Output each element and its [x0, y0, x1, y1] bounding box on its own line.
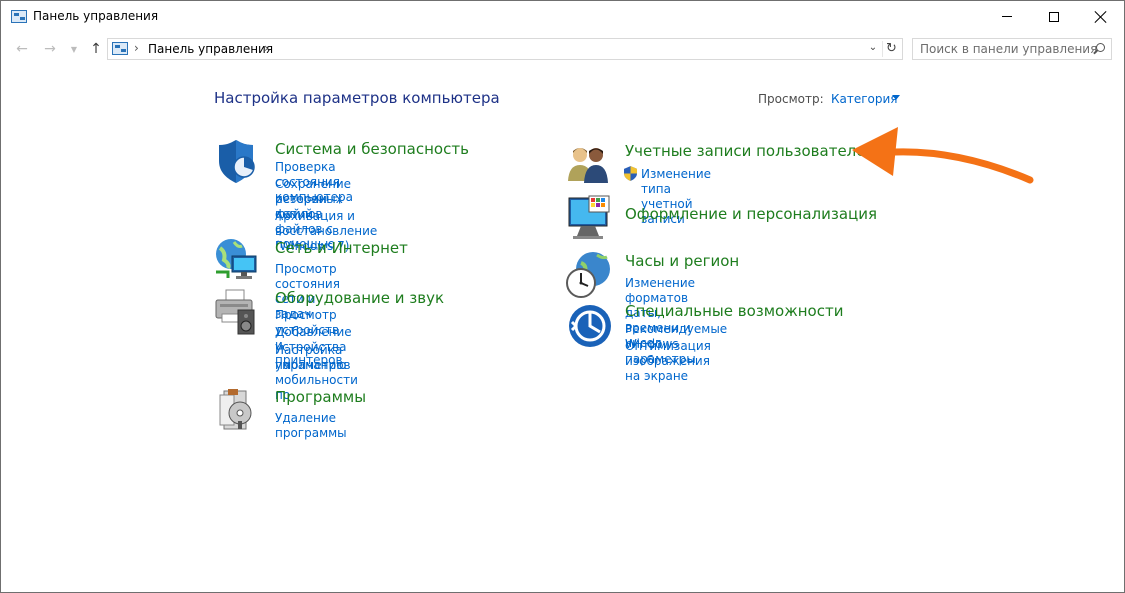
category-title[interactable]: Учетные записи пользователей — [625, 142, 875, 160]
address-dropdown-button[interactable]: ⌄ — [866, 42, 880, 56]
maximize-button[interactable] — [1031, 1, 1077, 32]
close-button[interactable] — [1078, 1, 1124, 32]
printer-icon[interactable] — [214, 288, 262, 336]
control-panel-window: Панель управления ← → ▼ ↑ › Панель управ… — [0, 0, 1125, 593]
chevron-down-icon[interactable] — [892, 95, 900, 100]
category-title[interactable]: Сеть и Интернет — [275, 239, 408, 257]
link-uninstall-program[interactable]: Удаление программы — [275, 411, 347, 441]
title-bar: Панель управления — [1, 1, 1124, 32]
back-button[interactable]: ← — [13, 40, 31, 58]
navigation-bar: ← → ▼ ↑ › Панель управления › ⌄ ↻ Поиск … — [1, 32, 1124, 66]
control-panel-icon — [11, 10, 27, 23]
search-icon[interactable] — [1092, 43, 1105, 56]
category-title[interactable]: Специальные возможности — [625, 302, 843, 320]
maximize-icon — [1049, 11, 1059, 22]
minimize-icon — [1002, 16, 1012, 17]
category-title[interactable]: Система и безопасность — [275, 140, 469, 158]
breadcrumb-control-panel[interactable]: Панель управления — [148, 42, 273, 56]
uac-shield-icon — [624, 166, 637, 181]
category-title[interactable]: Программы — [275, 388, 366, 406]
breadcrumb-chevron-icon[interactable]: › — [134, 41, 139, 55]
breadcrumb-chevron-icon[interactable]: › — [264, 41, 269, 55]
link-optimize-display[interactable]: Оптимизация изображения на экране — [625, 339, 711, 384]
view-by-label: Просмотр: — [758, 92, 824, 106]
forward-button[interactable]: → — [41, 40, 59, 58]
refresh-button[interactable]: ↻ — [882, 41, 900, 57]
category-title[interactable]: Часы и регион — [625, 252, 739, 270]
control-panel-icon — [112, 42, 128, 55]
up-button[interactable]: ↑ — [87, 40, 105, 58]
search-placeholder: Поиск в панели управления — [920, 42, 1098, 56]
view-by-dropdown[interactable]: Категория — [831, 92, 898, 106]
users-icon[interactable] — [565, 141, 613, 189]
link-mobility-settings-cont[interactable]: умолчанию — [275, 358, 346, 373]
programs-icon[interactable] — [214, 387, 262, 435]
category-title[interactable]: Оборудование и звук — [275, 289, 444, 307]
minimize-button[interactable] — [984, 1, 1030, 32]
chevron-down-icon: ▼ — [70, 44, 78, 54]
shield-icon[interactable] — [214, 139, 262, 187]
globe-network-icon[interactable] — [214, 238, 262, 286]
page-title: Настройка параметров компьютера — [214, 89, 500, 107]
arrow-right-icon: → — [44, 41, 56, 57]
arrow-left-icon: ← — [16, 41, 28, 57]
display-personalization-icon[interactable] — [565, 194, 613, 242]
recent-locations-button[interactable]: ▼ — [65, 40, 83, 58]
window-title: Панель управления — [33, 9, 159, 23]
ease-of-access-icon[interactable] — [565, 299, 613, 347]
category-title[interactable]: Оформление и персонализация — [625, 205, 877, 223]
address-bar[interactable]: › Панель управления › ⌄ ↻ — [107, 38, 903, 60]
close-icon — [1095, 11, 1107, 23]
search-input[interactable]: Поиск в панели управления — [912, 38, 1112, 60]
arrow-up-icon: ↑ — [90, 41, 102, 57]
clock-globe-icon[interactable] — [565, 251, 613, 299]
